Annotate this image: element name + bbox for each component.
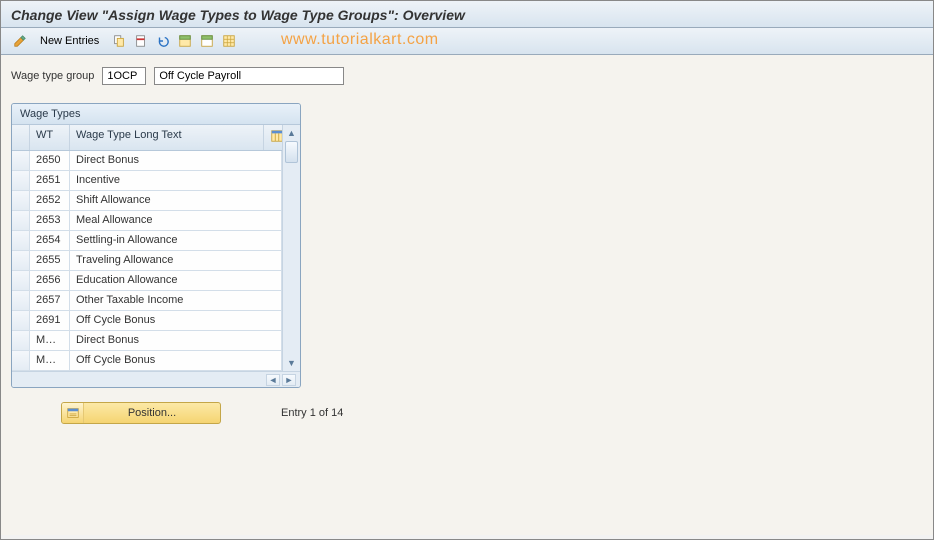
cell-wage-type-text[interactable]: Education Allowance [70,271,282,290]
cell-wt[interactable]: 2691 [30,311,70,330]
select-all-column[interactable] [12,125,30,150]
cell-wage-type-text[interactable]: Settling-in Allowance [70,231,282,250]
deselect-all-icon[interactable] [198,32,216,50]
row-selector[interactable] [12,331,30,350]
cell-wt[interactable]: 2652 [30,191,70,210]
table-row[interactable]: 2653Meal Allowance [12,211,282,231]
toggle-edit-icon[interactable] [11,32,29,50]
row-selector[interactable] [12,291,30,310]
titlebar: Change View "Assign Wage Types to Wage T… [1,1,933,28]
cell-wt[interactable]: MB10 [30,351,70,370]
cell-wage-type-text[interactable]: Traveling Allowance [70,251,282,270]
footer-row: Position... Entry 1 of 14 [11,402,923,424]
wage-type-group-code[interactable]: 1OCP [102,67,146,85]
row-selector[interactable] [12,151,30,170]
table-row[interactable]: 2652Shift Allowance [12,191,282,211]
table-row[interactable]: 2691Off Cycle Bonus [12,311,282,331]
cell-wage-type-text[interactable]: Other Taxable Income [70,291,282,310]
table-row[interactable]: 2650Direct Bonus [12,151,282,171]
wage-type-group-label: Wage type group [11,70,94,82]
table-row[interactable]: 2654Settling-in Allowance [12,231,282,251]
scroll-left-icon[interactable]: ◄ [266,374,280,386]
position-button[interactable]: Position... [61,402,221,424]
cell-wage-type-text[interactable]: Off Cycle Bonus [70,351,282,370]
cell-wage-type-text[interactable]: Incentive [70,171,282,190]
delete-icon[interactable] [132,32,150,50]
row-selector[interactable] [12,171,30,190]
vertical-scrollbar[interactable]: ▲ ▼ [282,125,300,371]
cell-wt[interactable]: 2651 [30,171,70,190]
table-title: Wage Types [12,104,300,125]
table-row[interactable]: MB10Off Cycle Bonus [12,351,282,371]
cell-wt[interactable]: 2654 [30,231,70,250]
table-row[interactable]: 2651Incentive [12,171,282,191]
table-row[interactable]: MB01Direct Bonus [12,331,282,351]
row-selector[interactable] [12,191,30,210]
filter-row: Wage type group 1OCP Off Cycle Payroll [11,67,923,85]
cell-wage-type-text[interactable]: Off Cycle Bonus [70,311,282,330]
scroll-right-icon[interactable]: ► [282,374,296,386]
undo-icon[interactable] [154,32,172,50]
column-wt[interactable]: WT [30,125,70,150]
configure-columns-icon[interactable] [264,125,282,150]
row-selector[interactable] [12,211,30,230]
cell-wage-type-text[interactable]: Meal Allowance [70,211,282,230]
cell-wt[interactable]: MB01 [30,331,70,350]
select-all-icon[interactable] [176,32,194,50]
cell-wt[interactable]: 2656 [30,271,70,290]
cell-wage-type-text[interactable]: Direct Bonus [70,331,282,350]
content-area: Wage type group 1OCP Off Cycle Payroll W… [1,55,933,535]
scroll-thumb[interactable] [285,141,298,163]
position-button-label: Position... [84,407,220,419]
new-entries-button[interactable]: New Entries [33,32,106,50]
table-body: 2650Direct Bonus2651Incentive2652Shift A… [12,151,282,371]
row-selector[interactable] [12,311,30,330]
cell-wt[interactable]: 2657 [30,291,70,310]
cell-wage-type-text[interactable]: Shift Allowance [70,191,282,210]
scroll-track[interactable] [283,141,300,355]
cell-wage-type-text[interactable]: Direct Bonus [70,151,282,170]
column-wage-type-text[interactable]: Wage Type Long Text [70,125,264,150]
toolbar: New Entries www.tutorialkart.com [1,28,933,55]
table-row[interactable]: 2656Education Allowance [12,271,282,291]
cell-wt[interactable]: 2650 [30,151,70,170]
page-title: Change View "Assign Wage Types to Wage T… [11,7,923,23]
cell-wt[interactable]: 2653 [30,211,70,230]
horizontal-scrollbar[interactable]: ◄ ► [12,371,300,387]
table-header: WT Wage Type Long Text [12,125,282,151]
wage-type-group-desc[interactable]: Off Cycle Payroll [154,67,344,85]
wage-types-table: Wage Types WT Wage Type Long Text 2650Di… [11,103,301,388]
row-selector[interactable] [12,351,30,370]
copy-icon[interactable] [110,32,128,50]
table-settings-icon[interactable] [220,32,238,50]
row-selector[interactable] [12,271,30,290]
watermark-text: www.tutorialkart.com [281,31,439,49]
entry-status: Entry 1 of 14 [281,407,343,419]
table-row[interactable]: 2657Other Taxable Income [12,291,282,311]
table-row[interactable]: 2655Traveling Allowance [12,251,282,271]
row-selector[interactable] [12,231,30,250]
position-icon [62,403,84,423]
scroll-down-icon[interactable]: ▼ [283,355,300,371]
cell-wt[interactable]: 2655 [30,251,70,270]
row-selector[interactable] [12,251,30,270]
scroll-up-icon[interactable]: ▲ [283,125,300,141]
